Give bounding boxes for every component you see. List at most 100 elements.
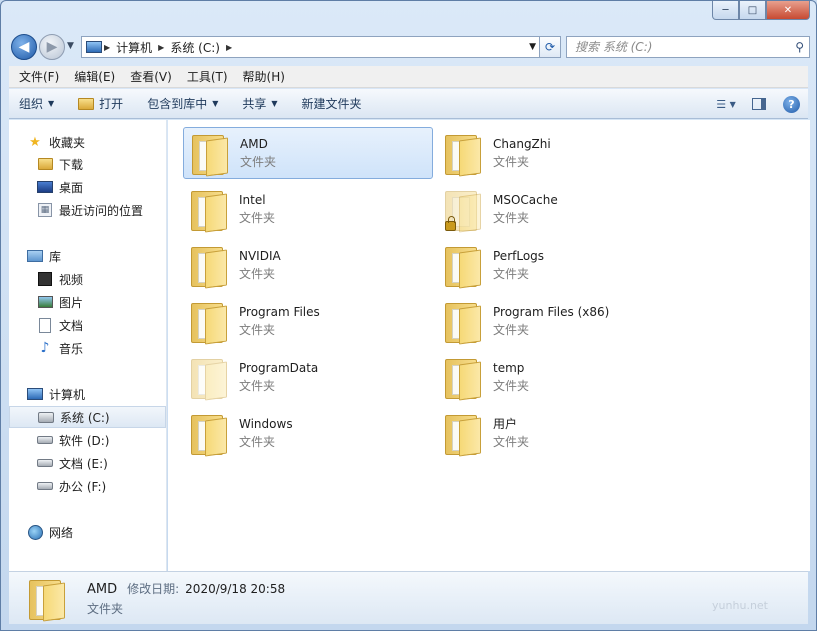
- folder-tile[interactable]: PerfLogs 文件夹: [437, 239, 687, 291]
- folder-tile[interactable]: MSOCache 文件夹: [437, 183, 687, 235]
- folder-type: 文件夹: [493, 267, 530, 281]
- breadcrumb-chevron-icon[interactable]: ▶: [104, 43, 110, 52]
- caption-buttons: ─ □ ✕: [712, 1, 810, 20]
- refresh-icon: ⟳: [544, 40, 556, 54]
- folder-name: ChangZhi: [493, 137, 551, 151]
- folder-name: Windows: [239, 417, 293, 431]
- nav-downloads[interactable]: 下载: [9, 153, 166, 175]
- nav-videos[interactable]: 视频: [9, 268, 166, 290]
- breadcrumb-chevron-icon[interactable]: ▶: [226, 43, 232, 52]
- folder-icon: [191, 299, 227, 345]
- nav-label: 桌面: [59, 180, 84, 195]
- nav-label: 图片: [59, 295, 84, 310]
- picture-icon: [37, 296, 53, 308]
- breadcrumb-drive-c[interactable]: 系统 (C:): [170, 39, 220, 56]
- details-name: AMD: [87, 581, 118, 597]
- menu-edit[interactable]: 编辑(E): [64, 68, 120, 85]
- folder-type: 文件夹: [493, 211, 530, 225]
- folder-name: temp: [493, 361, 525, 375]
- folder-type: 文件夹: [493, 323, 530, 337]
- help-button[interactable]: ?: [783, 95, 800, 113]
- nav-computer[interactable]: 计算机: [9, 383, 166, 405]
- folder-tile[interactable]: Intel 文件夹: [183, 183, 433, 235]
- nav-recent-places[interactable]: ▦ 最近访问的位置: [9, 199, 166, 221]
- folder-tile[interactable]: ChangZhi 文件夹: [437, 127, 687, 179]
- folder-type: 文件夹: [493, 155, 530, 169]
- folder-tile[interactable]: AMD 文件夹: [183, 127, 433, 179]
- folder-icon: [191, 243, 227, 289]
- nav-pictures[interactable]: 图片: [9, 291, 166, 313]
- folder-icon: [29, 576, 65, 622]
- help-icon: ?: [788, 97, 795, 111]
- nav-label: 音乐: [59, 341, 84, 356]
- menu-file[interactable]: 文件(F): [9, 68, 64, 85]
- preview-pane-button[interactable]: [745, 94, 773, 114]
- address-bar[interactable]: ▶ 计算机 ▶ 系统 (C:) ▶ ▼: [81, 36, 541, 58]
- folder-tile[interactable]: NVIDIA 文件夹: [183, 239, 433, 291]
- chevron-down-icon: ▼: [271, 99, 278, 108]
- video-icon: [38, 272, 52, 286]
- share-button[interactable]: 共享 ▼: [232, 95, 291, 112]
- star-icon: ★: [29, 134, 41, 150]
- nav-label: 视频: [59, 272, 84, 287]
- maximize-button[interactable]: □: [739, 1, 766, 20]
- folder-icon: [445, 299, 481, 345]
- close-button[interactable]: ✕: [766, 1, 810, 20]
- folder-tile[interactable]: 用户 文件夹: [437, 407, 687, 459]
- open-button[interactable]: 打开: [68, 95, 137, 112]
- menu-help[interactable]: 帮助(H): [233, 68, 290, 85]
- nav-documents[interactable]: 文档: [9, 314, 166, 336]
- folder-name: NVIDIA: [239, 249, 281, 263]
- folder-name: 用户: [493, 417, 518, 431]
- breadcrumb-chevron-icon[interactable]: ▶: [158, 43, 164, 52]
- folder-type: 文件夹: [493, 435, 530, 449]
- refresh-button[interactable]: ⟳: [539, 36, 561, 58]
- nav-desktop[interactable]: 桌面: [9, 176, 166, 198]
- nav-drive-c[interactable]: 系统 (C:): [9, 406, 166, 428]
- command-bar-right: ☰ ▼ ?: [707, 94, 800, 114]
- folder-icon: [445, 187, 481, 233]
- address-row: ◀ ▶ ▼ ▶ 计算机 ▶ 系统 (C:) ▶ ▼ ⟳ ⚲: [9, 33, 810, 61]
- menu-tools[interactable]: 工具(T): [177, 68, 233, 85]
- computer-icon: [86, 41, 102, 53]
- nav-network[interactable]: 网络: [9, 521, 166, 543]
- nav-music[interactable]: ♪ 音乐: [9, 337, 166, 359]
- nav-libraries[interactable]: 库: [9, 245, 166, 267]
- recent-pages-dropdown[interactable]: ▼: [67, 41, 74, 51]
- folder-tile[interactable]: Program Files 文件夹: [183, 295, 433, 347]
- change-view-button[interactable]: ☰ ▼: [707, 94, 745, 114]
- folder-type: 文件夹: [239, 379, 276, 393]
- folder-icon: [191, 355, 227, 401]
- folder-type: 文件夹: [239, 211, 276, 225]
- navigation-pane: ★ 收藏夹 下载 桌面 ▦ 最近访问的位置 库 视频 图片 文档 ♪ 音乐 计算机: [9, 120, 167, 571]
- forward-button[interactable]: ▶: [39, 34, 65, 60]
- folder-icon: [445, 355, 481, 401]
- nav-favorites[interactable]: ★ 收藏夹: [9, 131, 166, 153]
- search-box[interactable]: ⚲: [566, 36, 810, 58]
- recent-places-icon: ▦: [38, 203, 52, 217]
- menu-view[interactable]: 查看(V): [120, 68, 177, 85]
- new-folder-button[interactable]: 新建文件夹: [292, 95, 376, 112]
- nav-drive-e[interactable]: 文档 (E:): [9, 452, 166, 474]
- organize-button[interactable]: 组织 ▼: [9, 95, 68, 112]
- address-dropdown-icon[interactable]: ▼: [529, 42, 536, 52]
- folder-tile[interactable]: temp 文件夹: [437, 351, 687, 403]
- folder-name: Intel: [239, 193, 266, 207]
- folder-tile[interactable]: ProgramData 文件夹: [183, 351, 433, 403]
- nav-drive-f[interactable]: 办公 (F:): [9, 475, 166, 497]
- folder-type: 文件夹: [239, 323, 276, 337]
- search-icon[interactable]: ⚲: [795, 40, 804, 54]
- folder-tile[interactable]: Program Files (x86) 文件夹: [437, 295, 687, 347]
- details-type: 文件夹: [87, 601, 124, 616]
- breadcrumb-computer[interactable]: 计算机: [116, 39, 152, 56]
- minimize-button[interactable]: ─: [712, 1, 739, 20]
- folder-tile[interactable]: Windows 文件夹: [183, 407, 433, 459]
- nav-label: 计算机: [49, 387, 86, 402]
- nav-drive-d[interactable]: 软件 (D:): [9, 429, 166, 451]
- details-modified-value: 2020/9/18 20:58: [185, 581, 286, 596]
- search-input[interactable]: [575, 40, 785, 54]
- folder-name: AMD: [240, 137, 268, 151]
- system-drive-icon: [38, 411, 54, 423]
- include-in-library-button[interactable]: 包含到库中 ▼: [137, 95, 232, 112]
- back-button[interactable]: ◀: [11, 34, 37, 60]
